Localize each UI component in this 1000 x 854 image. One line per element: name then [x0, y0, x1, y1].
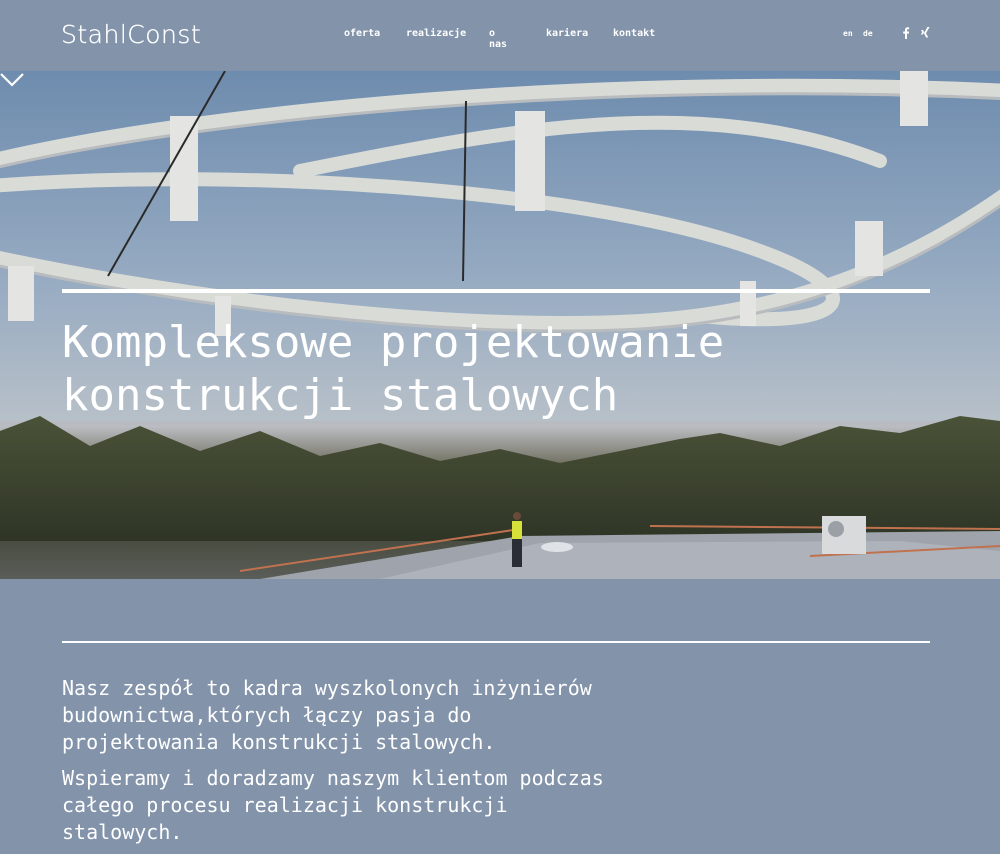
- support-paragraph: Wspieramy i doradzamy naszym klientom po…: [62, 766, 604, 844]
- hero-title-line-1: Kompleksowe projektowanie: [62, 317, 725, 368]
- lang-en[interactable]: en: [843, 29, 853, 38]
- chevron-down-icon[interactable]: [0, 71, 24, 89]
- hero-title-line-2: konstrukcji stalowych: [62, 370, 619, 421]
- site-header: StahlConst oferta realizacje o nas karie…: [0, 0, 1000, 71]
- facebook-icon[interactable]: [902, 27, 910, 42]
- nav-item-oferta[interactable]: oferta: [344, 28, 380, 39]
- nav-item-o-nas[interactable]: o nas: [489, 28, 507, 50]
- hero-title: Kompleksowe projektowanie konstrukcji st…: [62, 316, 922, 422]
- nav-item-realizacje[interactable]: realizacje: [406, 28, 466, 39]
- lang-de[interactable]: de: [863, 29, 873, 38]
- nav-item-kariera[interactable]: kariera: [546, 28, 588, 39]
- hero-banner: Kompleksowe projektowanie konstrukcji st…: [0, 71, 1000, 579]
- content-divider: [62, 641, 930, 643]
- intro-paragraph: Nasz zespół to kadra wyszkolonych inżyni…: [62, 676, 592, 754]
- hero-divider: [62, 289, 930, 293]
- nav-item-kontakt[interactable]: kontakt: [613, 28, 655, 39]
- logo[interactable]: StahlConst: [61, 20, 201, 49]
- xing-icon[interactable]: [920, 27, 931, 42]
